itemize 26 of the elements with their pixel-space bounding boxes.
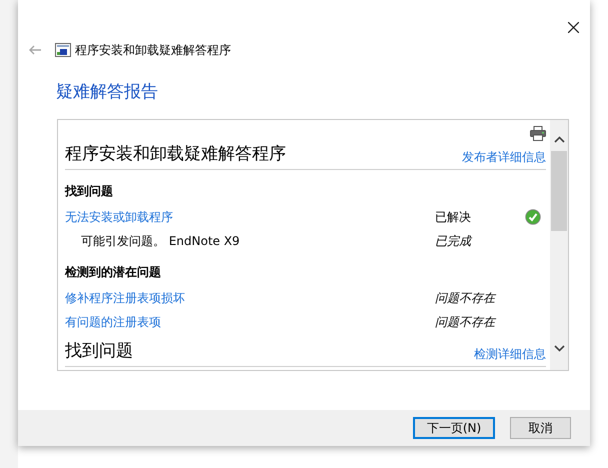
printer-icon[interactable] [530,126,546,141]
status-text: 问题不存在 [435,290,498,306]
section-heading: 找到问题 [65,183,113,200]
back-arrow-icon [28,45,40,55]
publisher-details-link[interactable]: 发布者详细信息 [462,148,546,166]
detection-details-link[interactable]: 检测详细信息 [474,345,546,363]
window-title: 程序安装和卸载疑难解答程序 [75,42,231,59]
scroll-thumb[interactable] [551,151,567,231]
scrollbar[interactable] [550,120,568,370]
program-icon [55,43,71,57]
issue-link[interactable]: 有问题的注册表项 [65,312,435,330]
issue-link[interactable]: 修补程序注册表项损坏 [65,288,435,306]
report-title: 程序安装和卸载疑难解答程序 [65,143,286,166]
close-icon [568,22,578,32]
page-heading: 疑难解答报告 [56,81,158,104]
scroll-down-icon[interactable] [554,345,564,352]
section-heading: 找到问题 [65,340,133,363]
scroll-up-icon[interactable] [554,136,564,143]
status-text: 已完成 [435,232,474,250]
status-text: 问题不存在 [435,314,498,330]
next-button[interactable]: 下一页(N) [413,417,495,439]
section-heading: 检测到的潜在问题 [65,264,161,281]
cancel-button[interactable]: 取消 [510,417,571,439]
status-text: 已解决 [435,208,472,226]
issue-link[interactable]: 无法安装或卸载程序 [65,208,435,226]
issue-detail: 可能引发问题。 EndNote X9 [81,232,241,250]
